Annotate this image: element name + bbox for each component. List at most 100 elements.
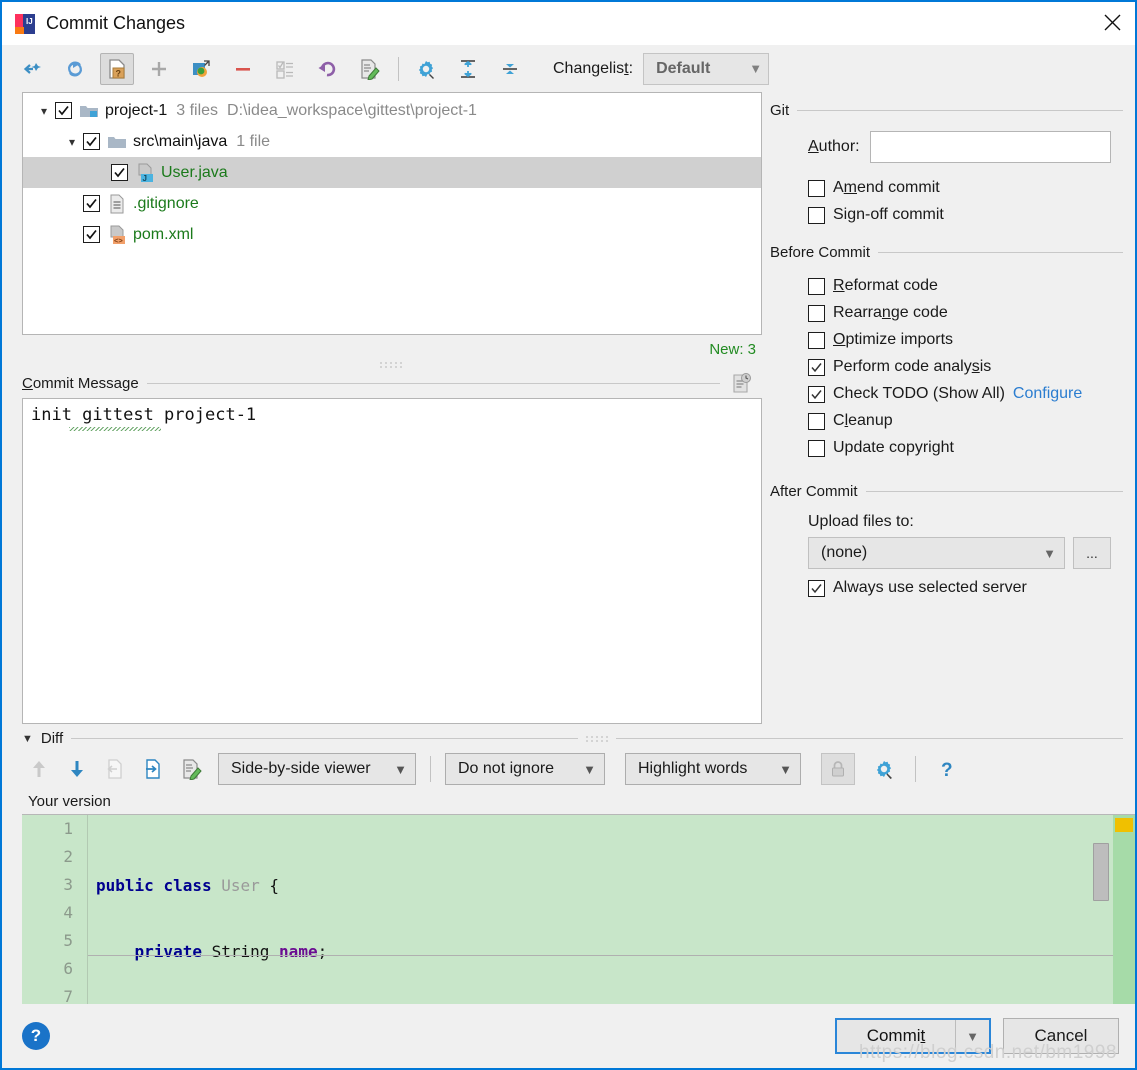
diff-change-marker	[1115, 818, 1133, 832]
refresh-icon[interactable]	[58, 53, 92, 85]
checkbox-box	[808, 358, 825, 376]
diff-code-pane[interactable]: 1 2 3 4 5 6 7 public class User { privat…	[22, 814, 1135, 1004]
commit-message-text: init gittest project-1	[31, 405, 257, 425]
reformat-code-label: Reformat code	[833, 277, 938, 294]
check-todo-checkbox[interactable]: Check TODO (Show All) Configure	[808, 385, 1123, 403]
close-icon[interactable]	[1089, 2, 1135, 43]
code-scrollbar-thumb[interactable]	[1093, 843, 1109, 901]
row-checkbox[interactable]	[55, 102, 72, 119]
configure-link[interactable]: Configure	[1013, 385, 1082, 403]
splitter-handle[interactable]	[22, 358, 762, 372]
unversioned-files-icon[interactable]: ?	[100, 52, 134, 85]
rearrange-code-checkbox[interactable]: Rearrange code	[808, 304, 1123, 322]
git-group-title: Git	[770, 102, 790, 119]
upload-server-select[interactable]: (none) ▼	[808, 537, 1065, 569]
text-file-icon	[107, 194, 127, 214]
chevron-down-icon[interactable]: ▾	[33, 104, 55, 118]
checkbox-box	[808, 304, 825, 322]
always-use-server-label: Always use selected server	[833, 579, 1027, 596]
diff-marker-strip	[1113, 815, 1135, 1004]
table-row[interactable]: ▾ .gitignore	[23, 188, 761, 219]
collapse-all-icon[interactable]	[493, 53, 527, 85]
always-use-server-checkbox[interactable]: Always use selected server	[808, 579, 1123, 597]
update-copyright-checkbox[interactable]: Update copyright	[808, 439, 1123, 457]
amend-commit-label: Amend commit	[833, 179, 940, 196]
window-title: Commit Changes	[46, 13, 186, 33]
table-row[interactable]: ▾ src\main\java 1 file	[23, 126, 761, 157]
table-row[interactable]: ▾ <> pom.xml	[23, 219, 761, 250]
dialog-footer: ? Commi t ▼ Cancel https://blog.csdn.net/…	[2, 1004, 1135, 1068]
lock-icon[interactable]	[821, 753, 855, 785]
chevron-down-icon[interactable]: ▼	[22, 733, 33, 745]
diff-toolbar: Side-by-side viewer ▼ Do not ignore ▼ Hi…	[22, 747, 1123, 791]
previous-difference-icon[interactable]	[22, 753, 56, 785]
diff-splitter-handle[interactable]	[586, 735, 609, 742]
remove-icon[interactable]	[226, 53, 260, 85]
before-commit-title: Before Commit	[770, 244, 871, 261]
accept-left-icon[interactable]	[98, 753, 132, 785]
commit-button[interactable]: Commi t ▼	[835, 1018, 991, 1054]
reformat-code-checkbox[interactable]: Reformat code	[808, 277, 1123, 295]
chevron-down-icon: ▼	[749, 61, 763, 76]
browse-servers-button[interactable]: ...	[1073, 537, 1111, 569]
line-number-gutter: 1 2 3 4 5 6 7	[22, 815, 88, 1004]
move-to-changelist-icon[interactable]	[184, 53, 218, 85]
author-field[interactable]	[869, 131, 1111, 163]
cancel-button[interactable]: Cancel	[1003, 1018, 1119, 1054]
row-checkbox[interactable]	[83, 133, 100, 150]
row-checkbox[interactable]	[111, 164, 128, 181]
before-commit-group-header: Before Commit	[770, 244, 1123, 261]
sign-off-commit-checkbox[interactable]: Sign-off commit	[808, 206, 1123, 224]
checkbox-box	[808, 179, 825, 197]
settings-icon[interactable]	[409, 53, 443, 85]
chevron-down-icon: ▼	[779, 761, 792, 777]
highlight-mode-select[interactable]: Highlight words ▼	[625, 753, 801, 785]
select-all-icon[interactable]	[268, 53, 302, 85]
show-diff-icon[interactable]	[16, 53, 50, 85]
next-difference-icon[interactable]	[60, 753, 94, 785]
accept-right-icon[interactable]	[136, 753, 170, 785]
commit-button-label: Commi t	[866, 1026, 926, 1045]
row-checkbox[interactable]	[83, 226, 100, 243]
update-copyright-label: Update copyright	[833, 439, 954, 456]
svg-text:?: ?	[941, 760, 953, 780]
row-checkbox[interactable]	[83, 195, 100, 212]
cleanup-checkbox[interactable]: Cleanup	[808, 412, 1123, 430]
divider	[146, 382, 720, 384]
message-history-icon[interactable]	[730, 372, 752, 398]
code-line: private String name;	[134, 942, 328, 961]
viewer-mode-select[interactable]: Side-by-side viewer ▼	[218, 753, 416, 785]
divider	[878, 252, 1123, 253]
help-button[interactable]: ?	[22, 1022, 50, 1050]
table-row[interactable]: ▾ project-1 3 files D:\idea_workspace\gi…	[23, 95, 761, 126]
perform-code-analysis-checkbox[interactable]: Perform code analysis	[808, 358, 1123, 376]
table-row[interactable]: ▾ J User.java	[23, 157, 761, 188]
whitespace-mode-select[interactable]: Do not ignore ▼	[445, 753, 605, 785]
changelist-select[interactable]: Default ▼	[643, 52, 770, 85]
changed-files-tree[interactable]: ▾ project-1 3 files D:\idea_workspace\gi…	[22, 92, 762, 335]
rollback-icon[interactable]	[310, 53, 344, 85]
changelist-value: Default	[656, 59, 711, 77]
file-name: project-1	[105, 101, 168, 119]
left-column: ▾ project-1 3 files D:\idea_workspace\gi…	[2, 92, 762, 724]
amend-commit-checkbox[interactable]: Amend commit	[808, 179, 1123, 197]
dialog-body: ▾ project-1 3 files D:\idea_workspace\gi…	[2, 92, 1135, 724]
edit-source-icon[interactable]	[352, 53, 386, 85]
upload-server-value: (none)	[821, 544, 868, 561]
checkbox-box	[808, 439, 825, 457]
diff-pane-label: Your version	[28, 793, 111, 810]
gear-icon[interactable]	[867, 753, 901, 785]
add-icon[interactable]	[142, 53, 176, 85]
commit-changes-dialog: IJ Commit Changes ? Changelist: Default …	[0, 0, 1137, 1070]
question-mark-icon[interactable]: ?	[930, 753, 964, 785]
author-label: Author:	[808, 138, 860, 155]
svg-text:IJ: IJ	[26, 17, 33, 26]
expand-all-icon[interactable]	[451, 53, 485, 85]
edit-source-icon[interactable]	[174, 753, 208, 785]
commit-message-input[interactable]: init gittest project-1	[22, 398, 762, 724]
checkbox-box	[808, 331, 825, 349]
right-column: Git Author: Amend commit Sign-off commit…	[762, 92, 1135, 724]
chevron-down-icon[interactable]: ▾	[61, 135, 83, 149]
chevron-down-icon[interactable]: ▼	[955, 1020, 989, 1052]
optimize-imports-checkbox[interactable]: Optimize imports	[808, 331, 1123, 349]
